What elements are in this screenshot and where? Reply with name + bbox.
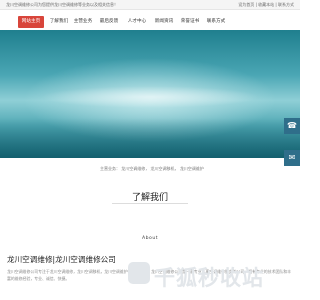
watermark-logo-icon [128, 262, 150, 284]
chat-icon[interactable]: ✉ [284, 150, 300, 166]
main-nav: 网站主页 了解我们 主营业务 最后反馈 人才中心 新闻资讯 荣誉证书 联系方式 [0, 10, 300, 32]
nav-item-feedback[interactable]: 最后反馈 [98, 16, 120, 28]
watermark-text: 千狐秒收站 [154, 266, 264, 290]
nav-item-contact[interactable]: 联系方式 [204, 16, 228, 28]
main-business-line: 主营业务： 龙川空调维修， 龙川空调移机， 龙川空调维护 [100, 166, 204, 171]
section-subtitle: About [141, 236, 159, 241]
top-bar: 龙川空调维修公司为您提供龙川空调维修等业务以及相关信息！ 设为首页 | 收藏本站… [0, 0, 300, 10]
banner-shade [0, 118, 300, 158]
company-name: 龙川空调维修|龙川空调维修公司 [7, 255, 116, 264]
banner-light-streak [40, 86, 260, 108]
top-bar-links[interactable]: 设为首页 | 收藏本站 | 联系方式 [238, 2, 294, 8]
section-title: 了解我们 [131, 193, 168, 203]
nav-item-honors[interactable]: 荣誉证书 [178, 16, 202, 28]
nav-item-home[interactable]: 网站主页 [18, 16, 44, 28]
phone-icon[interactable]: ☎ [284, 118, 300, 134]
section-divider [112, 203, 188, 204]
hero-banner [0, 30, 300, 158]
nav-item-about[interactable]: 了解我们 [48, 16, 70, 28]
nav-item-talent[interactable]: 人才中心 [125, 16, 149, 28]
top-bar-welcome: 龙川空调维修公司为您提供龙川空调维修等业务以及相关信息！ [6, 2, 118, 7]
nav-item-business[interactable]: 主营业务 [72, 16, 94, 28]
nav-item-news[interactable]: 新闻资讯 [152, 16, 176, 28]
